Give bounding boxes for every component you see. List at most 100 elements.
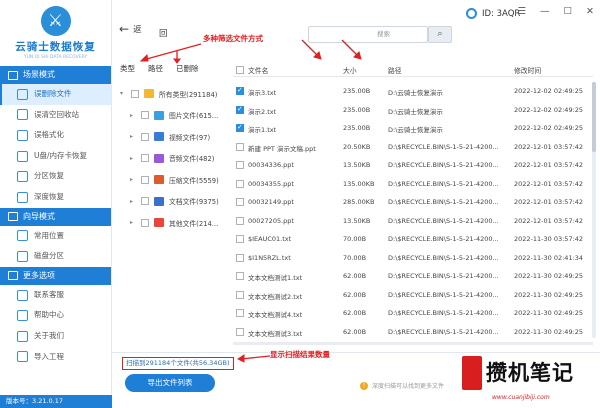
row-checkbox[interactable] — [236, 179, 244, 188]
file-modified-time: 2022-11-30 02:49:25 — [514, 327, 584, 336]
section-title: 更多选项 — [23, 270, 55, 280]
maximize-button[interactable]: ☐ — [564, 6, 573, 17]
table-row[interactable]: 00027205.ppt 13.50KB D:\$RECYCLE.BIN\S-1-5… — [233, 212, 593, 231]
table-row[interactable]: 00032149.ppt 285.00KB D:\$RECYCLE.BIN\S-1-… — [233, 193, 593, 212]
row-checkbox[interactable] — [236, 123, 244, 132]
home-button[interactable]: 回 — [159, 27, 168, 39]
audio-icon — [154, 153, 164, 163]
tab-type[interactable]: 类型 — [120, 63, 135, 74]
tree-checkbox[interactable] — [141, 132, 149, 141]
sidebar-item[interactable]: 误删除文件 — [0, 84, 111, 105]
app-subtitle: YUN QI SHI DATA RECOVERY — [23, 55, 88, 60]
row-checkbox[interactable] — [236, 216, 244, 225]
expand-icon[interactable]: ▾ — [120, 90, 126, 97]
expand-icon[interactable]: ▸ — [130, 219, 136, 226]
tab-path[interactable]: 路径 — [148, 63, 163, 74]
user-id: ID: 3AQR — [466, 8, 520, 19]
search-input[interactable]: 搜索 — [308, 26, 428, 43]
sidebar-item[interactable]: 分区恢复 — [0, 166, 111, 187]
tree-checkbox[interactable] — [141, 197, 149, 206]
close-button[interactable]: ✕ — [586, 6, 594, 17]
row-checkbox[interactable] — [236, 309, 244, 317]
sidebar-item[interactable]: 关于我们 — [0, 326, 111, 347]
table-row[interactable]: 演示3.txt 235.00B D:\云骑士恢复演示 2022-12-02 02:49… — [233, 82, 593, 101]
tree-checkbox[interactable] — [141, 111, 149, 120]
table-row[interactable]: 新建 PPT 演示文稿.ppt 20.50KB D:\$RECYCLE.BIN\S-… — [233, 138, 593, 157]
watermark-logo-icon — [462, 356, 482, 390]
section-icon — [8, 271, 18, 281]
tree-item[interactable]: ▾ 所有类型(291184) — [120, 83, 230, 105]
file-size: 235.00B — [343, 124, 371, 132]
sidebar-item-label: U盘/内存卡恢复 — [34, 150, 88, 160]
tree-item[interactable]: ▸ 图片文件(615... — [120, 105, 230, 127]
search-button[interactable]: ⌕ — [428, 26, 452, 43]
expand-icon[interactable]: ▸ — [130, 133, 136, 140]
nav-item-icon — [17, 191, 28, 203]
table-row[interactable]: 文本文档测试2.txt 62.00B D:\$RECYCLE.BIN\S-1-5-2… — [233, 286, 593, 305]
sidebar-item[interactable]: 磁盘分区 — [0, 246, 111, 267]
column-time[interactable]: 修改时间 — [514, 65, 541, 75]
row-checkbox[interactable] — [236, 105, 244, 114]
column-name[interactable]: 文件名 — [248, 65, 268, 75]
row-checkbox[interactable] — [236, 142, 244, 151]
tree-item[interactable]: ▸ 文档文件(9375) — [120, 191, 230, 213]
expand-icon[interactable]: ▸ — [130, 198, 136, 205]
watermark: 攒机笔记 www.cuanjibiji.com — [462, 354, 596, 406]
sidebar-item[interactable]: 联系客服 — [0, 285, 111, 306]
sidebar-item[interactable]: 导入工程 — [0, 347, 111, 368]
tree-item[interactable]: ▸ 压缩文件(5559) — [120, 169, 230, 191]
row-checkbox[interactable] — [236, 327, 244, 336]
table-row[interactable]: 文本文档测试1.txt 62.00B D:\$RECYCLE.BIN\S-1-5-2… — [233, 267, 593, 286]
row-checkbox[interactable] — [236, 198, 244, 206]
horizontal-scrollbar[interactable] — [233, 342, 593, 345]
tree-item[interactable]: ▸ 音频文件(482) — [120, 148, 230, 170]
file-name: 新建 PPT 演示文稿.ppt — [248, 144, 316, 153]
select-all-checkbox[interactable] — [236, 66, 244, 74]
back-button[interactable]: ← 返 — [119, 23, 142, 35]
row-checkbox[interactable] — [236, 235, 244, 243]
expand-icon[interactable]: ▸ — [130, 112, 136, 119]
sidebar-item[interactable]: 误格式化 — [0, 125, 111, 146]
row-checkbox[interactable] — [236, 86, 244, 95]
tree-checkbox[interactable] — [131, 89, 139, 98]
tree-checkbox[interactable] — [141, 154, 149, 163]
tree-checkbox[interactable] — [141, 175, 149, 184]
tree-checkbox[interactable] — [141, 218, 149, 227]
sidebar-item[interactable]: 深度恢复 — [0, 187, 111, 208]
sidebar-item[interactable]: 误清空回收站 — [0, 105, 111, 126]
minimize-button[interactable]: — — [540, 6, 550, 17]
tree-item-label: 压缩文件(5559) — [169, 176, 219, 185]
column-path[interactable]: 路径 — [388, 65, 402, 75]
sidebar-item[interactable]: 常用位置 — [0, 226, 111, 247]
column-size[interactable]: 大小 — [343, 65, 357, 75]
menu-button[interactable]: ☰ — [517, 6, 526, 17]
row-checkbox[interactable] — [236, 161, 244, 169]
sidebar-item-label: 磁盘分区 — [34, 251, 64, 261]
other-files-icon — [154, 218, 164, 228]
expand-icon[interactable]: ▸ — [130, 155, 136, 162]
table-row[interactable]: 文本文档测试3.txt 62.00B D:\$RECYCLE.BIN\S-1-5-2… — [233, 323, 593, 342]
row-checkbox[interactable] — [236, 272, 244, 280]
scrollbar-thumb[interactable] — [592, 82, 596, 152]
export-list-button[interactable]: 导出文件列表 — [125, 374, 215, 392]
sidebar-item[interactable]: U盘/内存卡恢复 — [0, 146, 111, 167]
user-id-label: ID: 3AQR — [482, 8, 521, 19]
table-row[interactable]: $IEAUC01.txt 70.00B D:\$RECYCLE.BIN\S-1-5-… — [233, 230, 593, 249]
expand-icon[interactable]: ▸ — [130, 176, 136, 183]
tree-item[interactable]: ▸ 其他文件(214... — [120, 212, 230, 234]
table-row[interactable]: 00034355.ppt 135.00KB D:\$RECYCLE.BIN\S-1-… — [233, 175, 593, 194]
tab-deleted[interactable]: 已删除 — [176, 63, 199, 74]
row-checkbox[interactable] — [236, 290, 244, 299]
table-row[interactable]: $I1N5RZL.txt 70.00B D:\$RECYCLE.BIN\S-1-5-… — [233, 249, 593, 268]
table-row[interactable]: 00034336.ppt 13.50KB D:\$RECYCLE.BIN\S-1-5… — [233, 156, 593, 175]
row-checkbox[interactable] — [236, 253, 244, 262]
annotation-arrow-icon — [341, 39, 362, 60]
table-row[interactable]: 演示2.txt 235.00B D:\云骑士恢复演示 2022-12-02 02:49… — [233, 101, 593, 120]
tree-item[interactable]: ▸ 视频文件(97) — [120, 126, 230, 148]
sidebar-item[interactable]: 帮助中心 — [0, 305, 111, 326]
table-row[interactable]: 文本文档测试4.txt 62.00B D:\$RECYCLE.BIN\S-1-5-2… — [233, 304, 593, 323]
table-row[interactable]: 演示1.txt 235.00B D:\云骑士恢复演示 2022-12-02 02:49… — [233, 119, 593, 138]
sidebar-section-header: 向导模式 — [0, 207, 111, 226]
tree-item-label: 所有类型(291184) — [159, 90, 218, 99]
tree-item-label: 文档文件(9375) — [169, 198, 219, 207]
